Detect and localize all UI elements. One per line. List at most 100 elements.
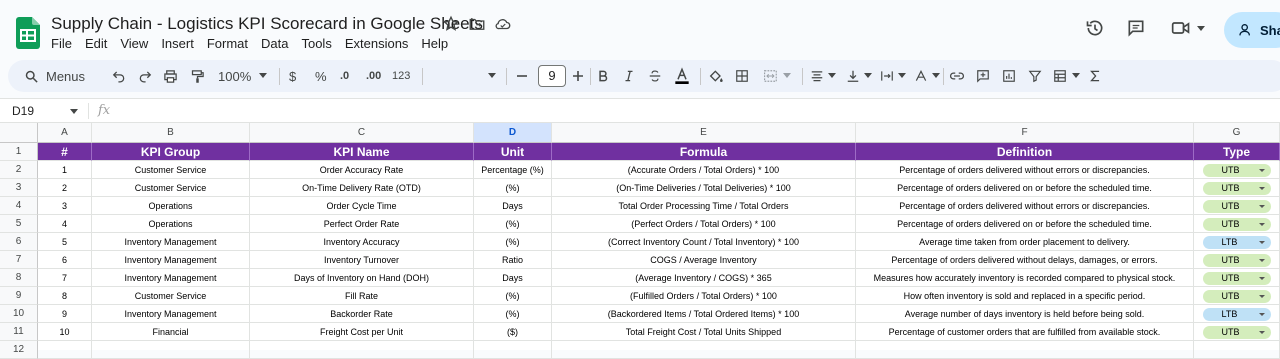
- select-all-corner[interactable]: [0, 123, 38, 143]
- cell-unit[interactable]: Ratio: [474, 251, 552, 269]
- cell-name[interactable]: Freight Cost per Unit: [250, 323, 474, 341]
- cell-type[interactable]: UTB: [1194, 179, 1280, 197]
- functions-button[interactable]: [1089, 60, 1101, 92]
- create-filter-button[interactable]: [1028, 60, 1042, 92]
- cell-group[interactable]: Customer Service: [92, 287, 250, 305]
- redo-button[interactable]: [138, 60, 152, 92]
- type-dropdown-chip[interactable]: UTB: [1202, 326, 1271, 339]
- cell-group[interactable]: Financial: [92, 323, 250, 341]
- formula-input[interactable]: [124, 101, 1274, 121]
- cell-name[interactable]: Fill Rate: [250, 287, 474, 305]
- cell-name[interactable]: Days of Inventory on Hand (DOH): [250, 269, 474, 287]
- cell-formula[interactable]: Total Order Processing Time / Total Orde…: [552, 197, 856, 215]
- header-cell-formula[interactable]: Formula: [552, 143, 856, 161]
- cell-type[interactable]: UTB: [1194, 323, 1280, 341]
- increase-decimal-button[interactable]: .00: [366, 60, 381, 92]
- cell-formula[interactable]: (Perfect Orders / Total Orders) * 100: [552, 215, 856, 233]
- cell-group[interactable]: Operations: [92, 215, 250, 233]
- type-dropdown-chip[interactable]: UTB: [1202, 290, 1271, 303]
- header-cell-type[interactable]: Type: [1194, 143, 1280, 161]
- empty-cell[interactable]: [552, 341, 856, 359]
- cell-n[interactable]: 8: [38, 287, 92, 305]
- cell-group[interactable]: Inventory Management: [92, 251, 250, 269]
- print-button[interactable]: [163, 60, 178, 92]
- cell-name[interactable]: Order Cycle Time: [250, 197, 474, 215]
- header-cell-group[interactable]: KPI Group: [92, 143, 250, 161]
- cell-formula[interactable]: (Correct Inventory Count / Total Invento…: [552, 233, 856, 251]
- column-header-b[interactable]: B: [92, 123, 250, 143]
- document-title[interactable]: Supply Chain - Logistics KPI Scorecard i…: [51, 14, 483, 34]
- header-cell-unit[interactable]: Unit: [474, 143, 552, 161]
- insert-chart-button[interactable]: [1002, 60, 1016, 92]
- cell-n[interactable]: 7: [38, 269, 92, 287]
- cell-name[interactable]: Backorder Rate: [250, 305, 474, 323]
- paint-format-button[interactable]: [190, 60, 205, 92]
- row-header-5[interactable]: 5: [0, 215, 38, 233]
- cloud-saved-icon[interactable]: [494, 15, 512, 33]
- insert-comment-button[interactable]: [976, 60, 990, 92]
- type-dropdown-chip[interactable]: UTB: [1202, 272, 1271, 285]
- empty-cell[interactable]: [474, 341, 552, 359]
- cell-formula[interactable]: (On-Time Deliveries / Total Deliveries) …: [552, 179, 856, 197]
- menu-edit[interactable]: Edit: [85, 36, 107, 51]
- search-menus[interactable]: Menus: [24, 60, 85, 92]
- row-header-2[interactable]: 2: [0, 161, 38, 179]
- cell-type[interactable]: UTB: [1194, 251, 1280, 269]
- undo-button[interactable]: [112, 60, 126, 92]
- horizontal-align-button[interactable]: [810, 60, 836, 92]
- cell-unit[interactable]: Days: [474, 197, 552, 215]
- row-header-1[interactable]: 1: [0, 143, 38, 161]
- cell-type[interactable]: LTB: [1194, 233, 1280, 251]
- type-dropdown-chip[interactable]: LTB: [1202, 236, 1271, 249]
- header-cell-definition[interactable]: Definition: [856, 143, 1194, 161]
- move-folder-icon[interactable]: [468, 15, 486, 33]
- zoom-select[interactable]: 100%: [218, 60, 268, 92]
- menu-file[interactable]: File: [51, 36, 72, 51]
- cell-formula[interactable]: (Fulfilled Orders / Total Orders) * 100: [552, 287, 856, 305]
- cell-n[interactable]: 1: [38, 161, 92, 179]
- decrease-font-size-button[interactable]: [516, 60, 528, 92]
- cell-unit[interactable]: (%): [474, 287, 552, 305]
- share-button[interactable]: Sha: [1224, 12, 1280, 48]
- cell-definition[interactable]: Percentage of orders delivered on or bef…: [856, 215, 1194, 233]
- cell-name[interactable]: Perfect Order Rate: [250, 215, 474, 233]
- column-header-d[interactable]: D: [474, 123, 552, 143]
- cell-formula[interactable]: COGS / Average Inventory: [552, 251, 856, 269]
- cell-type[interactable]: UTB: [1194, 215, 1280, 233]
- empty-cell[interactable]: [856, 341, 1194, 359]
- cell-name[interactable]: Inventory Accuracy: [250, 233, 474, 251]
- empty-cell[interactable]: [1194, 341, 1280, 359]
- menu-tools[interactable]: Tools: [301, 36, 331, 51]
- column-header-g[interactable]: G: [1194, 123, 1280, 143]
- menu-extensions[interactable]: Extensions: [345, 36, 409, 51]
- type-dropdown-chip[interactable]: UTB: [1202, 164, 1271, 177]
- cell-formula[interactable]: (Backordered Items / Total Ordered Items…: [552, 305, 856, 323]
- empty-cell[interactable]: [38, 341, 92, 359]
- row-header-7[interactable]: 7: [0, 251, 38, 269]
- menu-help[interactable]: Help: [421, 36, 448, 51]
- cell-group[interactable]: Inventory Management: [92, 269, 250, 287]
- fill-color-button[interactable]: [708, 60, 724, 92]
- cell-unit[interactable]: (%): [474, 233, 552, 251]
- text-color-button[interactable]: [674, 60, 690, 92]
- text-rotation-button[interactable]: [914, 60, 940, 92]
- type-dropdown-chip[interactable]: LTB: [1202, 308, 1271, 321]
- cell-definition[interactable]: Average number of days inventory is held…: [856, 305, 1194, 323]
- cell-definition[interactable]: Percentage of orders delivered without e…: [856, 197, 1194, 215]
- type-dropdown-chip[interactable]: UTB: [1202, 254, 1271, 267]
- menu-insert[interactable]: Insert: [161, 36, 194, 51]
- cell-group[interactable]: Customer Service: [92, 161, 250, 179]
- row-header-6[interactable]: 6: [0, 233, 38, 251]
- cell-group[interactable]: Operations: [92, 197, 250, 215]
- cell-definition[interactable]: Percentage of customer orders that are f…: [856, 323, 1194, 341]
- borders-button[interactable]: [735, 60, 749, 92]
- cell-definition[interactable]: Percentage of orders delivered without d…: [856, 251, 1194, 269]
- cell-formula[interactable]: (Accurate Orders / Total Orders) * 100: [552, 161, 856, 179]
- cell-n[interactable]: 10: [38, 323, 92, 341]
- cell-name[interactable]: Inventory Turnover: [250, 251, 474, 269]
- row-header-11[interactable]: 11: [0, 323, 38, 341]
- bold-button[interactable]: [596, 60, 610, 92]
- star-icon[interactable]: [442, 15, 460, 33]
- cell-type[interactable]: LTB: [1194, 305, 1280, 323]
- menu-data[interactable]: Data: [261, 36, 288, 51]
